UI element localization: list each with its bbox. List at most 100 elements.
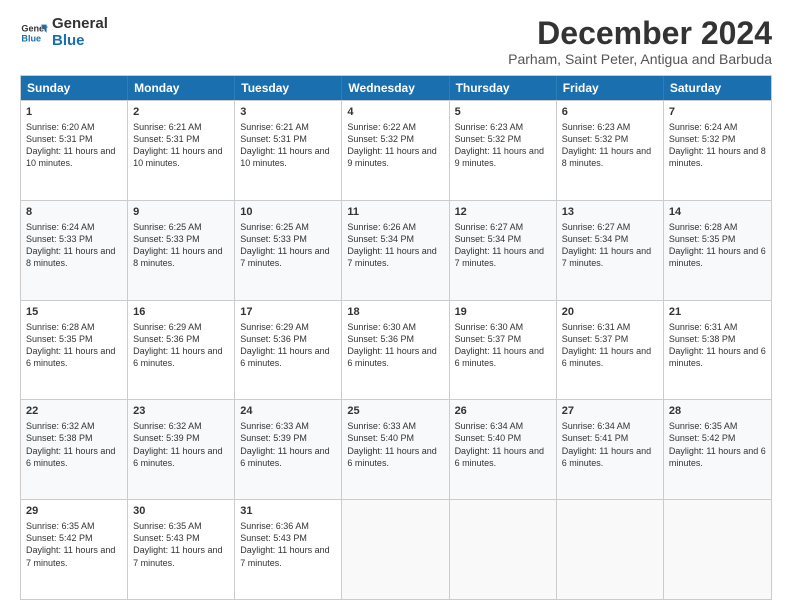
sunset: Sunset: 5:34 PM	[562, 234, 629, 244]
sunset: Sunset: 5:31 PM	[133, 134, 200, 144]
daylight: Daylight: 11 hours and 8 minutes.	[26, 246, 115, 268]
sunset: Sunset: 5:35 PM	[26, 334, 93, 344]
cell-4-2: 23 Sunrise: 6:32 AM Sunset: 5:39 PM Dayl…	[128, 400, 235, 499]
cell-1-7: 7 Sunrise: 6:24 AM Sunset: 5:32 PM Dayli…	[664, 101, 771, 200]
sunset: Sunset: 5:41 PM	[562, 433, 629, 443]
daylight: Daylight: 11 hours and 9 minutes.	[455, 146, 544, 168]
week-row-4: 22 Sunrise: 6:32 AM Sunset: 5:38 PM Dayl…	[21, 399, 771, 499]
subtitle: Parham, Saint Peter, Antigua and Barbuda	[508, 51, 772, 67]
header-friday: Friday	[557, 76, 664, 100]
day-number: 11	[347, 205, 443, 220]
daylight: Daylight: 11 hours and 7 minutes.	[240, 246, 329, 268]
day-number: 13	[562, 205, 658, 220]
sunrise: Sunrise: 6:36 AM	[240, 521, 309, 531]
cell-4-5: 26 Sunrise: 6:34 AM Sunset: 5:40 PM Dayl…	[450, 400, 557, 499]
cell-4-1: 22 Sunrise: 6:32 AM Sunset: 5:38 PM Dayl…	[21, 400, 128, 499]
daylight: Daylight: 11 hours and 6 minutes.	[240, 346, 329, 368]
day-number: 18	[347, 305, 443, 320]
day-number: 31	[240, 504, 336, 519]
sunset: Sunset: 5:31 PM	[26, 134, 93, 144]
sunset: Sunset: 5:32 PM	[669, 134, 736, 144]
cell-2-2: 9 Sunrise: 6:25 AM Sunset: 5:33 PM Dayli…	[128, 201, 235, 300]
sunrise: Sunrise: 6:24 AM	[669, 122, 738, 132]
header-tuesday: Tuesday	[235, 76, 342, 100]
header-wednesday: Wednesday	[342, 76, 449, 100]
daylight: Daylight: 11 hours and 7 minutes.	[455, 246, 544, 268]
sunset: Sunset: 5:33 PM	[240, 234, 307, 244]
day-number: 7	[669, 105, 766, 120]
logo-icon: General Blue	[20, 19, 48, 47]
day-number: 23	[133, 404, 229, 419]
day-number: 29	[26, 504, 122, 519]
sunset: Sunset: 5:40 PM	[455, 433, 522, 443]
day-number: 19	[455, 305, 551, 320]
daylight: Daylight: 11 hours and 7 minutes.	[562, 246, 651, 268]
cell-3-1: 15 Sunrise: 6:28 AM Sunset: 5:35 PM Dayl…	[21, 301, 128, 400]
sunrise: Sunrise: 6:35 AM	[26, 521, 95, 531]
sunrise: Sunrise: 6:20 AM	[26, 122, 95, 132]
cell-2-5: 12 Sunrise: 6:27 AM Sunset: 5:34 PM Dayl…	[450, 201, 557, 300]
sunrise: Sunrise: 6:26 AM	[347, 222, 416, 232]
calendar: Sunday Monday Tuesday Wednesday Thursday…	[20, 75, 772, 600]
header-monday: Monday	[128, 76, 235, 100]
day-number: 30	[133, 504, 229, 519]
day-number: 15	[26, 305, 122, 320]
day-number: 20	[562, 305, 658, 320]
sunset: Sunset: 5:33 PM	[133, 234, 200, 244]
sunrise: Sunrise: 6:31 AM	[669, 322, 738, 332]
cell-5-1: 29 Sunrise: 6:35 AM Sunset: 5:42 PM Dayl…	[21, 500, 128, 599]
sunrise: Sunrise: 6:23 AM	[455, 122, 524, 132]
page: General Blue General Blue December 2024 …	[0, 0, 792, 612]
cell-3-2: 16 Sunrise: 6:29 AM Sunset: 5:36 PM Dayl…	[128, 301, 235, 400]
cell-4-7: 28 Sunrise: 6:35 AM Sunset: 5:42 PM Dayl…	[664, 400, 771, 499]
daylight: Daylight: 11 hours and 6 minutes.	[26, 446, 115, 468]
main-title: December 2024	[508, 16, 772, 51]
sunrise: Sunrise: 6:29 AM	[133, 322, 202, 332]
cell-1-2: 2 Sunrise: 6:21 AM Sunset: 5:31 PM Dayli…	[128, 101, 235, 200]
sunset: Sunset: 5:38 PM	[669, 334, 736, 344]
sunrise: Sunrise: 6:21 AM	[240, 122, 309, 132]
cell-1-3: 3 Sunrise: 6:21 AM Sunset: 5:31 PM Dayli…	[235, 101, 342, 200]
sunset: Sunset: 5:34 PM	[455, 234, 522, 244]
day-number: 21	[669, 305, 766, 320]
header-thursday: Thursday	[450, 76, 557, 100]
daylight: Daylight: 11 hours and 6 minutes.	[240, 446, 329, 468]
daylight: Daylight: 11 hours and 6 minutes.	[26, 346, 115, 368]
sunset: Sunset: 5:37 PM	[455, 334, 522, 344]
sunset: Sunset: 5:34 PM	[347, 234, 414, 244]
sunset: Sunset: 5:43 PM	[133, 533, 200, 543]
cell-3-7: 21 Sunrise: 6:31 AM Sunset: 5:38 PM Dayl…	[664, 301, 771, 400]
cell-2-1: 8 Sunrise: 6:24 AM Sunset: 5:33 PM Dayli…	[21, 201, 128, 300]
day-number: 27	[562, 404, 658, 419]
sunset: Sunset: 5:43 PM	[240, 533, 307, 543]
day-number: 28	[669, 404, 766, 419]
logo-blue: Blue	[52, 33, 108, 50]
cell-5-3: 31 Sunrise: 6:36 AM Sunset: 5:43 PM Dayl…	[235, 500, 342, 599]
cell-3-6: 20 Sunrise: 6:31 AM Sunset: 5:37 PM Dayl…	[557, 301, 664, 400]
day-number: 6	[562, 105, 658, 120]
day-number: 8	[26, 205, 122, 220]
sunset: Sunset: 5:32 PM	[562, 134, 629, 144]
sunrise: Sunrise: 6:25 AM	[240, 222, 309, 232]
cell-3-4: 18 Sunrise: 6:30 AM Sunset: 5:36 PM Dayl…	[342, 301, 449, 400]
sunset: Sunset: 5:40 PM	[347, 433, 414, 443]
day-number: 2	[133, 105, 229, 120]
sunset: Sunset: 5:42 PM	[26, 533, 93, 543]
cell-2-6: 13 Sunrise: 6:27 AM Sunset: 5:34 PM Dayl…	[557, 201, 664, 300]
sunrise: Sunrise: 6:27 AM	[455, 222, 524, 232]
sunset: Sunset: 5:36 PM	[240, 334, 307, 344]
daylight: Daylight: 11 hours and 7 minutes.	[26, 545, 115, 567]
sunset: Sunset: 5:38 PM	[26, 433, 93, 443]
calendar-body: 1 Sunrise: 6:20 AM Sunset: 5:31 PM Dayli…	[21, 100, 771, 599]
day-number: 4	[347, 105, 443, 120]
daylight: Daylight: 11 hours and 7 minutes.	[347, 246, 436, 268]
cell-1-6: 6 Sunrise: 6:23 AM Sunset: 5:32 PM Dayli…	[557, 101, 664, 200]
header-saturday: Saturday	[664, 76, 771, 100]
daylight: Daylight: 11 hours and 8 minutes.	[133, 246, 222, 268]
sunrise: Sunrise: 6:31 AM	[562, 322, 631, 332]
daylight: Daylight: 11 hours and 6 minutes.	[669, 246, 766, 268]
cell-5-7	[664, 500, 771, 599]
daylight: Daylight: 11 hours and 6 minutes.	[455, 346, 544, 368]
week-row-5: 29 Sunrise: 6:35 AM Sunset: 5:42 PM Dayl…	[21, 499, 771, 599]
cell-5-5	[450, 500, 557, 599]
